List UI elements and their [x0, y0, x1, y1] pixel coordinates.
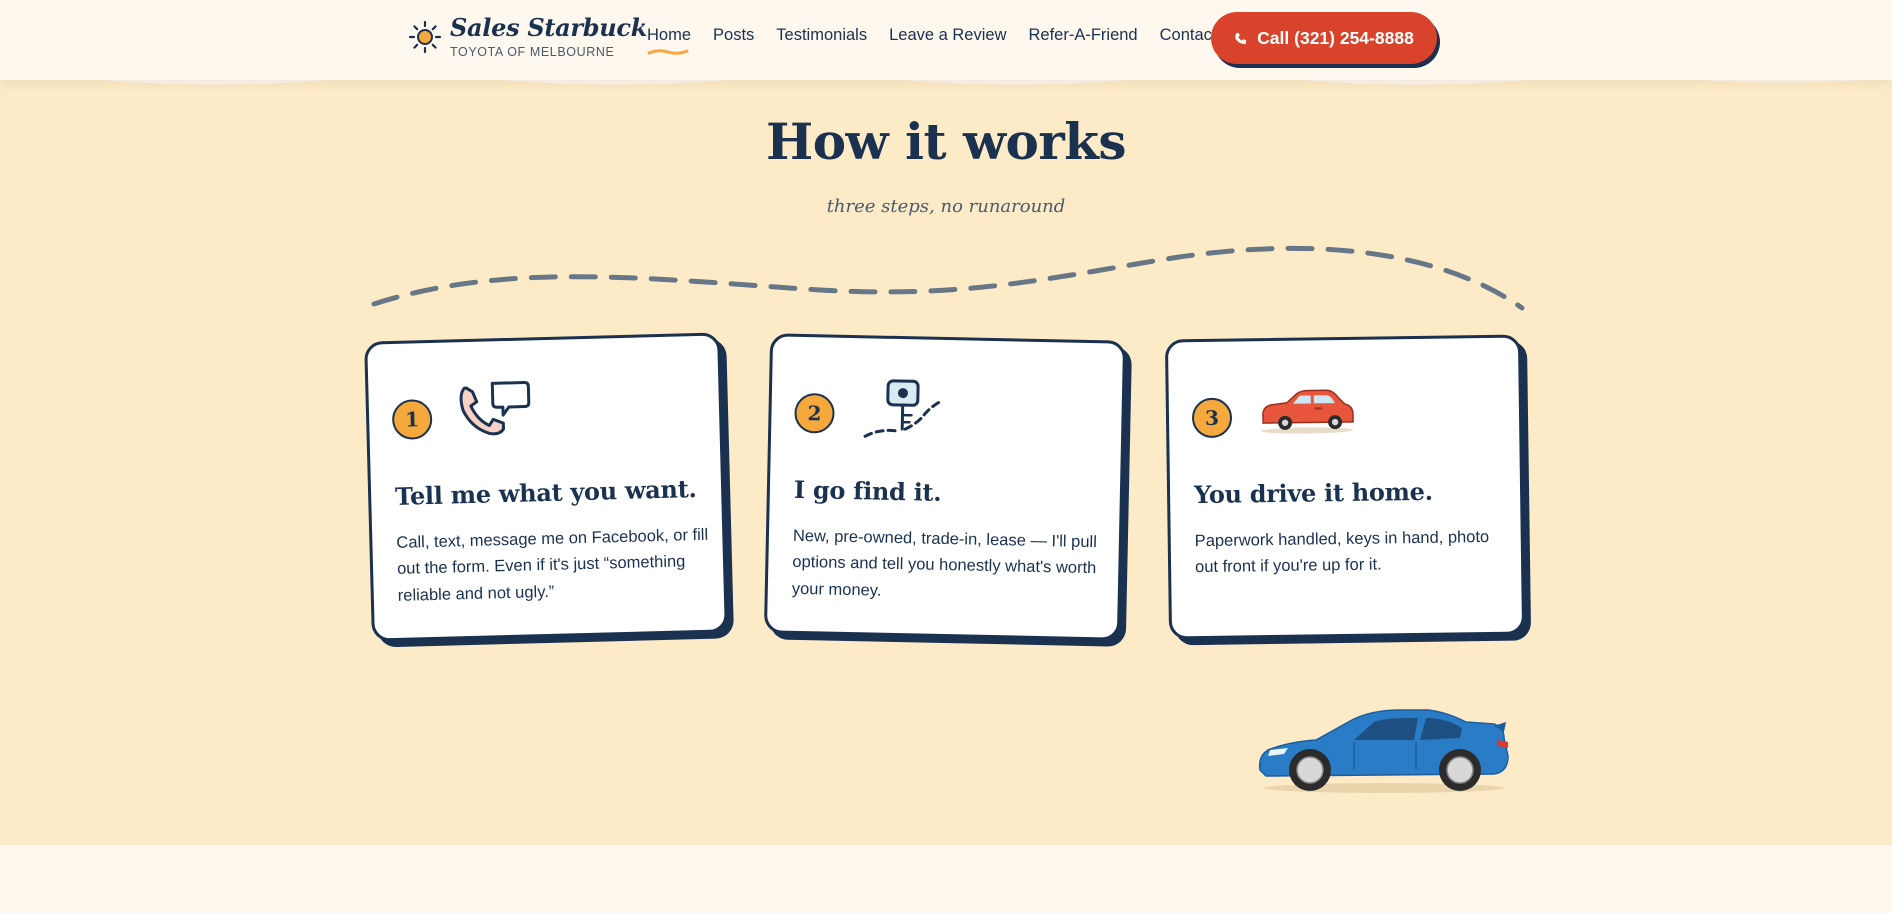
- brand-name: Sales Starbuck: [450, 12, 648, 42]
- active-underline-icon: [647, 49, 689, 55]
- dashed-route-decoration: [371, 245, 1525, 311]
- nav-testimonials[interactable]: Testimonials: [776, 26, 867, 45]
- call-button-label: Call (321) 254-8888: [1257, 27, 1414, 48]
- main-nav: Home Posts Testimonials Leave a Review R…: [647, 26, 1239, 55]
- step-number-badge: 3: [1191, 397, 1233, 439]
- section-title: How it works: [765, 112, 1127, 171]
- step-description: New, pre-owned, trade-in, lease — I'll p…: [791, 526, 1098, 600]
- step-title: You drive it home.: [1193, 476, 1433, 510]
- location-pin-route-icon: [863, 379, 942, 438]
- step-description: Paperwork handled, keys in hand, photo o…: [1194, 527, 1490, 577]
- section-subtitle: three steps, no runaround: [826, 196, 1066, 217]
- nav-contact[interactable]: Contact: [1160, 26, 1217, 45]
- step-description: Call, text, message me on Facebook, or f…: [396, 525, 709, 605]
- call-button[interactable]: Call (321) 254-8888: [1211, 12, 1437, 64]
- nav-home[interactable]: Home: [647, 26, 692, 55]
- nav-leave-review[interactable]: Leave a Review: [889, 26, 1006, 45]
- step-title: I go find it.: [793, 474, 942, 507]
- sun-icon: [408, 20, 442, 54]
- brand-logo[interactable]: Sales Starbuck TOYOTA OF MELBOURNE: [408, 12, 647, 62]
- step-number-badge: 2: [794, 392, 835, 434]
- nav-posts[interactable]: Posts: [713, 26, 754, 45]
- step-number-badge: 1: [391, 398, 433, 440]
- phone-icon: [1235, 32, 1247, 44]
- blue-sports-car-illustration: [1258, 709, 1509, 793]
- next-section-band: [0, 845, 1892, 913]
- red-car-icon: [1261, 389, 1354, 434]
- nav-refer-a-friend[interactable]: Refer-A-Friend: [1029, 26, 1138, 45]
- site-header: Sales Starbuck TOYOTA OF MELBOURNE Home …: [0, 0, 1892, 80]
- phone-chat-icon: [459, 381, 531, 436]
- step-card-2: 2 I go find it. New, pre-owned, trade-in…: [763, 333, 1127, 641]
- nav-home-label: Home: [647, 26, 692, 44]
- brand-subtitle: TOYOTA OF MELBOURNE: [450, 44, 615, 59]
- step-card-1: 1 Tell me what you want. Call, text, mes…: [364, 332, 728, 642]
- step-title: Tell me what you want.: [394, 474, 697, 511]
- step-card-3: 3 You drive it home. Paperwork handled, …: [1164, 334, 1526, 640]
